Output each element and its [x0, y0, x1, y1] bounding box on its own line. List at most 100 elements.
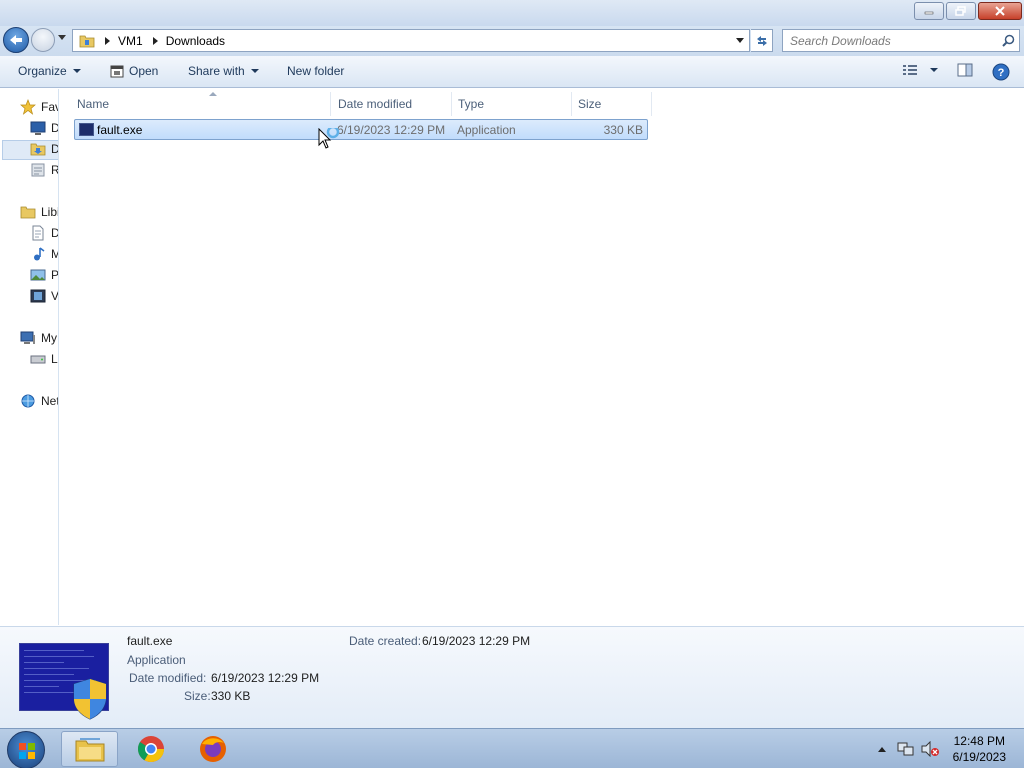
- open-button[interactable]: Open: [110, 64, 158, 78]
- windows-explorer-icon: [75, 738, 104, 762]
- nav-label: D: [51, 142, 59, 156]
- recent-places-icon: [31, 163, 45, 177]
- back-button[interactable]: [3, 27, 29, 53]
- busy-cursor-icon: [318, 128, 340, 149]
- downloads-folder-icon: [30, 143, 46, 156]
- chevron-down-icon: [72, 69, 81, 73]
- documents-icon: [32, 225, 44, 241]
- address-bar[interactable]: VM1 Downloads: [72, 29, 750, 52]
- nav-label: P: [51, 268, 59, 282]
- column-label: Name: [77, 97, 110, 111]
- column-header-type[interactable]: Type: [452, 92, 572, 116]
- nav-network[interactable]: Net: [20, 391, 58, 411]
- nav-label: D: [51, 121, 59, 135]
- taskbar-firefox-button[interactable]: [184, 731, 241, 767]
- refresh-icon: [756, 35, 767, 46]
- share-with-menu[interactable]: Share with: [188, 64, 259, 78]
- videos-icon: [30, 289, 46, 303]
- nav-my-computer[interactable]: My: [20, 328, 57, 348]
- music-icon: [34, 247, 45, 261]
- new-folder-label: New folder: [287, 64, 345, 78]
- help-button[interactable]: ?: [992, 63, 1010, 81]
- nav-label: V: [51, 289, 59, 303]
- column-header-size[interactable]: Size: [572, 92, 652, 116]
- nav-downloads[interactable]: D: [30, 139, 59, 159]
- sort-ascending-icon: [209, 92, 217, 96]
- firefox-icon: [199, 736, 226, 762]
- volume-muted-icon[interactable]: [921, 741, 939, 757]
- nav-music[interactable]: M: [30, 244, 58, 264]
- column-label: Date modified: [338, 97, 413, 111]
- search-icon[interactable]: [1002, 34, 1015, 47]
- organize-menu[interactable]: Organize: [18, 64, 81, 78]
- breadcrumb-downloads[interactable]: Downloads: [166, 34, 225, 48]
- folder-icon: [79, 35, 95, 47]
- help-icon: ?: [992, 63, 1010, 81]
- nav-recent-places[interactable]: R: [30, 160, 58, 180]
- column-header-date-modified[interactable]: Date modified: [332, 92, 452, 116]
- nav-documents[interactable]: D: [30, 223, 58, 243]
- nav-videos[interactable]: V: [30, 286, 59, 306]
- details-file-name: fault.exe: [127, 634, 173, 648]
- local-disk-icon: [30, 355, 46, 364]
- column-header-name[interactable]: Name: [71, 92, 331, 116]
- network-icon: [21, 394, 35, 408]
- nav-favorites[interactable]: Fav: [20, 97, 58, 117]
- nav-desktop[interactable]: D: [30, 118, 59, 138]
- chrome-icon: [137, 736, 164, 763]
- clock-date: 6/19/2023: [952, 750, 1006, 764]
- column-label: Size: [578, 97, 602, 111]
- preview-pane-button[interactable]: [957, 63, 973, 77]
- clock-time: 12:48 PM: [953, 734, 1005, 748]
- breadcrumb-vm1[interactable]: VM1: [118, 34, 143, 48]
- start-button[interactable]: [7, 731, 45, 768]
- details-date-created-label: Date created:: [349, 634, 422, 648]
- forward-button[interactable]: [31, 28, 55, 52]
- taskbar-chrome-button[interactable]: [122, 731, 179, 767]
- restore-button[interactable]: [946, 2, 976, 20]
- star-icon: [20, 99, 36, 115]
- file-list: Name Date modified Type Size fault.exe 6…: [59, 89, 1024, 625]
- nav-label: M: [51, 247, 58, 261]
- libraries-icon: [20, 206, 36, 219]
- navigation-bar: VM1 Downloads Search Downloads: [0, 26, 1024, 56]
- chevron-down-icon: [930, 68, 938, 72]
- new-folder-button[interactable]: New folder: [287, 64, 344, 78]
- file-size: 330 KB: [603, 123, 643, 137]
- taskbar-clock[interactable]: 12:48 PM 6/19/2023: [953, 733, 1006, 765]
- close-icon: [995, 6, 1005, 16]
- breadcrumb-separator[interactable]: [152, 36, 158, 45]
- nav-pictures[interactable]: P: [30, 265, 59, 285]
- taskbar-explorer-button[interactable]: [61, 731, 118, 767]
- recent-pages-dropdown[interactable]: [58, 35, 66, 40]
- computer-icon: [20, 331, 35, 344]
- preview-pane-icon: [957, 63, 973, 77]
- refresh-button[interactable]: [751, 29, 773, 52]
- breadcrumb-separator[interactable]: [105, 36, 110, 45]
- details-pane: fault.exe Application Date modified: 6/1…: [0, 626, 1024, 728]
- back-arrow-icon: [10, 35, 22, 45]
- show-hidden-icons-icon[interactable]: [877, 745, 887, 753]
- column-label: Type: [458, 97, 485, 111]
- search-box[interactable]: Search Downloads: [782, 29, 1020, 52]
- network-status-icon[interactable]: [897, 741, 915, 757]
- view-options-button[interactable]: [902, 63, 938, 77]
- close-button[interactable]: [978, 2, 1022, 20]
- application-icon: [79, 123, 94, 136]
- minimize-icon: [924, 11, 934, 15]
- address-dropdown[interactable]: [736, 38, 744, 43]
- details-size: 330 KB: [211, 689, 251, 703]
- search-input[interactable]: Search Downloads: [790, 34, 1002, 48]
- file-row-fault-exe[interactable]: fault.exe 6/19/2023 12:29 PM Application…: [74, 119, 648, 140]
- nav-libraries[interactable]: Libi: [20, 202, 58, 222]
- nav-local-disk[interactable]: L: [30, 349, 58, 369]
- system-tray: 12:48 PM 6/19/2023: [877, 729, 1024, 768]
- svg-text:?: ?: [998, 67, 1005, 79]
- title-bar: [0, 0, 1024, 26]
- nav-label: L: [51, 352, 58, 366]
- details-date-modified-label: Date modified:: [129, 671, 207, 685]
- details-date-modified: 6/19/2023 12:29 PM: [211, 671, 320, 685]
- minimize-button[interactable]: [914, 2, 944, 20]
- open-label: Open: [129, 64, 159, 78]
- share-with-label: Share with: [188, 64, 245, 78]
